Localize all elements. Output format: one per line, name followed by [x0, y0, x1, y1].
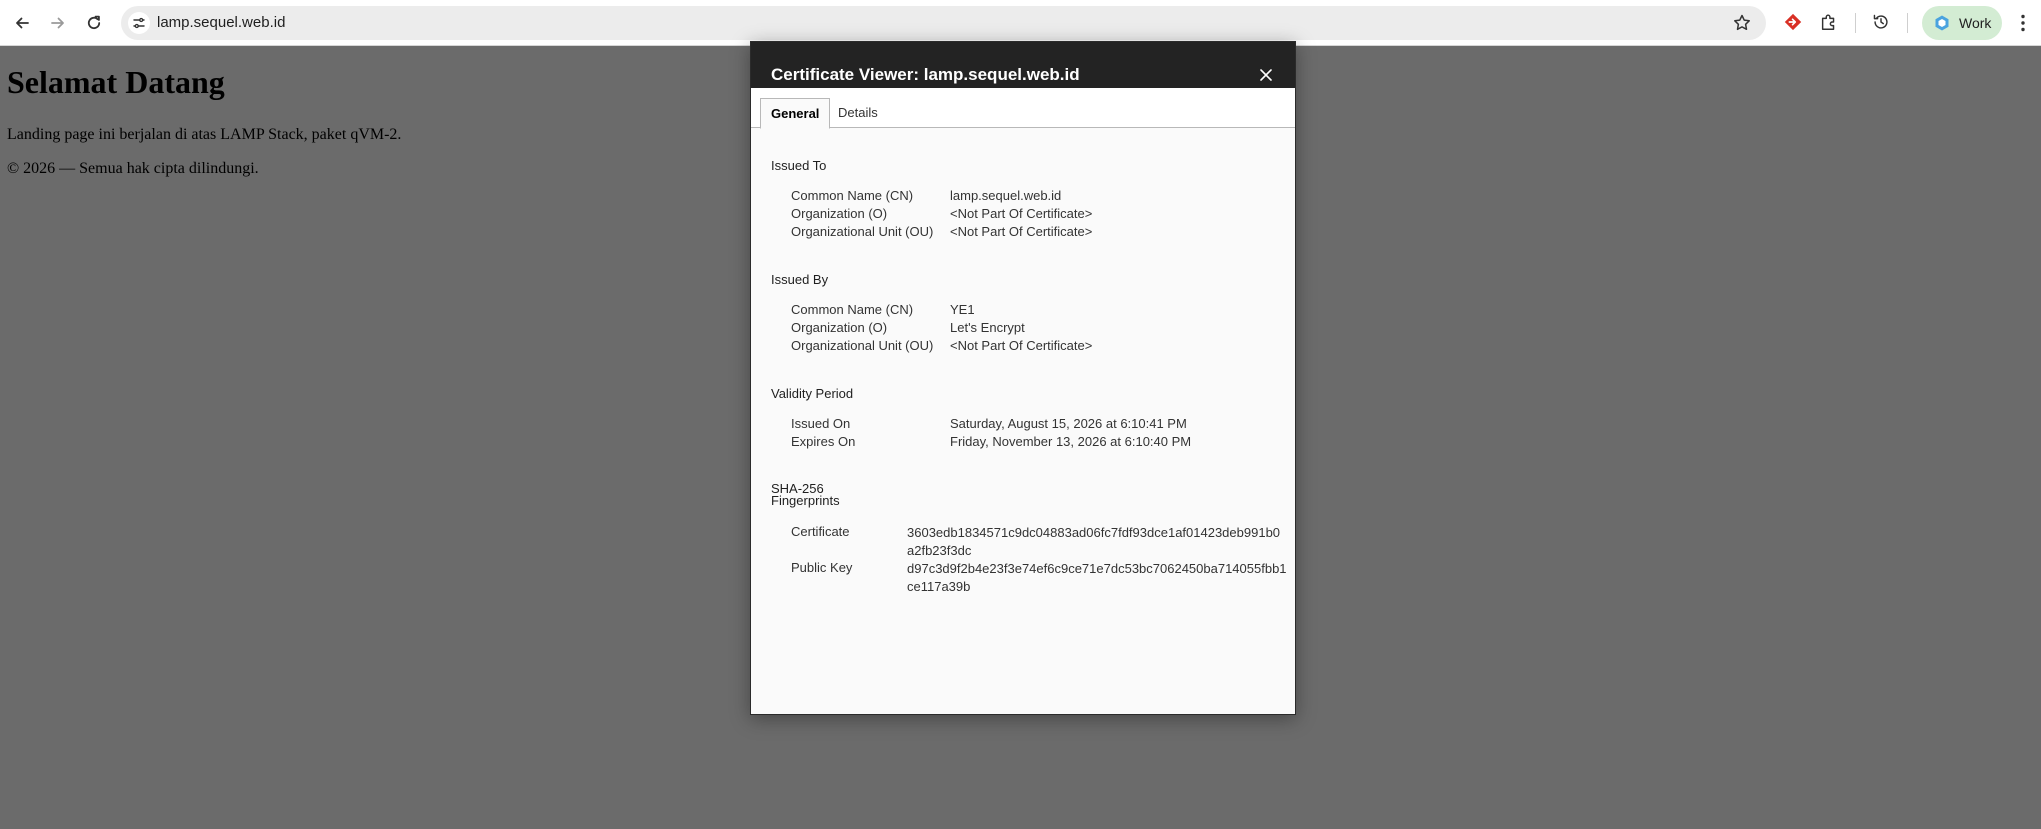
site-settings-icon[interactable] — [128, 12, 150, 34]
field-label: Organization (O) — [791, 206, 888, 221]
section-title-issued-by: Issued By — [771, 272, 829, 287]
field-value: YE1 — [950, 302, 975, 317]
tab-general[interactable]: General — [760, 98, 831, 129]
profile-icon — [1935, 15, 1949, 31]
dialog-title: Certificate Viewer: lamp.sequel.web.id — [771, 65, 1080, 84]
field-value: <Not Part Of Certificate> — [950, 338, 1093, 353]
dialog-header: Certificate Viewer: lamp.sequel.web.id — [751, 42, 1295, 88]
dialog-tabs: General Details — [751, 88, 1295, 129]
field-label: Public Key — [791, 560, 853, 575]
field-value: Let's Encrypt — [950, 320, 1025, 335]
field-label: Organizational Unit (OU) — [791, 338, 934, 353]
page-heading: Selamat Datang — [7, 64, 225, 100]
tab-details[interactable]: Details — [828, 98, 888, 129]
profile-button[interactable]: Work — [1922, 6, 2002, 40]
field-value: <Not Part Of Certificate> — [950, 206, 1093, 221]
address-bar[interactable]: lamp.sequel.web.id — [121, 6, 1766, 40]
page-footer: © 2026 — Semua hak cipta dilindungi. — [7, 160, 259, 177]
field-label: Expires On — [791, 434, 856, 449]
extension-diamond-icon[interactable] — [1782, 11, 1804, 33]
section-title-fingerprints: Fingerprints — [771, 493, 840, 508]
field-label: Common Name (CN) — [791, 188, 914, 203]
page-paragraph: Landing page ini berjalan di atas LAMP S… — [7, 126, 402, 143]
toolbar-divider — [1855, 13, 1856, 33]
certificate-fingerprint: 3603edb1834571c9dc04883ad06fc7fdf93dce1a… — [907, 525, 1281, 558]
forward-arrow-icon[interactable] — [44, 9, 72, 37]
browser-toolbar: lamp.sequel.web.id Work — [0, 0, 2041, 46]
url-text[interactable]: lamp.sequel.web.id — [157, 14, 285, 31]
reload-icon[interactable] — [80, 9, 108, 37]
field-label: Common Name (CN) — [791, 302, 914, 317]
field-label: Issued On — [791, 416, 851, 431]
field-label: Organization (O) — [791, 320, 888, 335]
field-value: lamp.sequel.web.id — [950, 188, 1062, 203]
history-icon[interactable] — [1870, 11, 1892, 33]
section-title-issued-to: Issued To — [771, 158, 827, 173]
field-label: Certificate — [791, 524, 850, 539]
bookmark-star-icon[interactable] — [1732, 13, 1752, 33]
field-value: <Not Part Of Certificate> — [950, 224, 1093, 239]
profile-label: Work — [1959, 15, 1992, 31]
toolbar-divider — [1907, 13, 1908, 33]
puzzle-extensions-icon[interactable] — [1818, 11, 1840, 33]
section-title-validity-period: Validity Period — [771, 386, 854, 401]
certificate-viewer-dialog: Certificate Viewer: lamp.sequel.web.id G… — [750, 41, 1296, 715]
back-arrow-icon[interactable] — [8, 9, 36, 37]
close-icon[interactable] — [1258, 67, 1274, 83]
field-label: Organizational Unit (OU) — [791, 224, 934, 239]
public-key-fingerprint: d97c3d9f2b4e23f3e74ef6c9ce71e7dc53bc7062… — [907, 561, 1287, 594]
field-value: Friday, November 13, 2026 at 6:10:40 PM — [950, 434, 1192, 449]
menu-kebab-icon[interactable] — [2020, 13, 2026, 33]
field-value: Saturday, August 15, 2026 at 6:10:41 PM — [950, 416, 1187, 431]
